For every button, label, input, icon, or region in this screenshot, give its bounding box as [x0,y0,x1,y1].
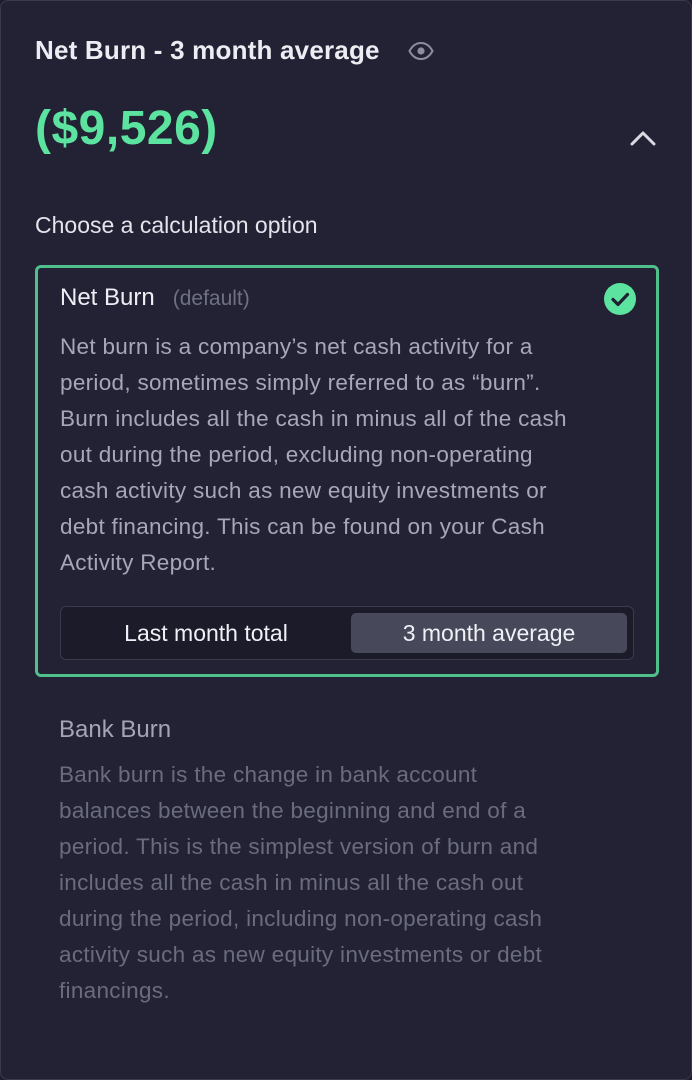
net-burn-panel: Net Burn - 3 month average ($9,526) Choo… [0,0,692,1080]
description-line: Activity Report. [60,550,217,575]
check-circle-icon [604,283,636,315]
panel-header: Net Burn - 3 month average [35,35,434,66]
chevron-up-icon[interactable] [627,125,659,151]
eye-icon[interactable] [408,38,434,64]
description-line: out during the period, excluding non-ope… [60,442,533,467]
description-line: includes all the cash in minus all the c… [59,870,524,895]
description-line: balances between the beginning and end o… [59,798,527,823]
option-title: Net Burn [60,284,155,311]
description-line: period. This is the simplest version of … [59,834,539,859]
option-net-burn[interactable]: Net Burn (default) Net burn is a company… [35,265,659,677]
description-line: Net burn is a company’s net cash activit… [60,334,533,359]
option-description: Net burn is a company’s net cash activit… [60,329,650,581]
description-line: Bank burn is the change in bank account [59,762,478,787]
option-bank-burn-title[interactable]: Bank Burn [59,716,171,744]
period-toggle: Last month total 3 month average [60,606,634,660]
description-line: cash activity such as new equity investm… [60,478,547,503]
last-month-total-option[interactable]: Last month total [67,613,345,653]
description-line: activity such as new equity investments … [59,942,543,967]
description-line: financings. [59,978,170,1003]
option-title-row: Net Burn (default) [60,284,250,312]
three-month-average-option[interactable]: 3 month average [351,613,627,653]
option-bank-burn-description: Bank burn is the change in bank account … [59,757,659,1009]
description-line: Burn includes all the cash in minus all … [60,406,567,431]
default-tag: (default) [172,287,250,310]
calculation-option-label: Choose a calculation option [35,212,318,238]
panel-title: Net Burn - 3 month average [35,35,380,65]
net-burn-amount: ($9,526) [35,102,218,155]
description-line: debt financing. This can be found on you… [60,514,545,539]
description-line: during the period, including non-operati… [59,906,543,931]
description-line: period, sometimes simply referred to as … [60,370,541,395]
